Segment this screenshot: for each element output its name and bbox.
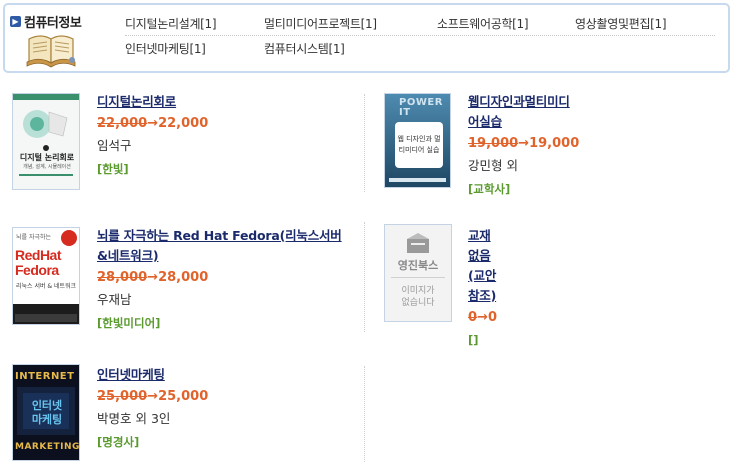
cover-title: RedHat Fedora — [15, 247, 62, 278]
book-info: 웹디자인과멀티미디어실습 19,000→19,000 강민형 외 [교학사] — [468, 92, 579, 199]
cover-logo-text: 영진북스 — [397, 259, 439, 272]
category-link-multimedia-project[interactable]: 멀티미디어프로젝트[1] — [264, 15, 377, 32]
cover-title: 디지털 논리회로 — [19, 153, 75, 162]
book-publisher: [명경사] — [97, 435, 140, 449]
price-arrow: → — [147, 116, 159, 131]
sale-price: 28,000 — [158, 270, 209, 285]
category-link-video-editing[interactable]: 영상촬영및편집[1] — [575, 15, 667, 32]
original-price: 19,000 — [468, 136, 519, 151]
cover-title: 웹 디자인과 멀티미디어 실습 — [397, 135, 441, 154]
cover-top-text: INTERNET — [15, 371, 75, 382]
book-title[interactable]: 디지털논리회로 — [97, 92, 208, 112]
category-header: ▶ 컴퓨터정보 — [10, 12, 82, 31]
sale-price: 22,000 — [158, 116, 209, 131]
category-links-row: 인터넷마케팅[1] 컴퓨터시스템[1] — [125, 35, 715, 59]
book-title[interactable]: 교재없음(교안참조) — [468, 226, 497, 306]
category-link-digital-logic[interactable]: 디지털논리설계[1] — [125, 15, 217, 32]
sale-price: 19,000 — [529, 136, 580, 151]
sale-price: 0 — [487, 310, 497, 325]
book-cover[interactable]: 뇌를 자극하는 RedHat Fedora 리눅스 서버 & 네트워크 — [12, 227, 80, 325]
book-title[interactable]: 뇌를 자극하는 Red Hat Fedora(리눅스서버&네트워크) — [97, 226, 352, 266]
sale-price: 25,000 — [158, 389, 209, 404]
book-cover[interactable]: 디지털 논리회로 개념, 설계, 시뮬레이션 — [12, 93, 80, 190]
book-title[interactable]: 웹디자인과멀티미디어실습 — [468, 92, 579, 132]
book-info: 인터넷마케팅 25,000→25,000 박명호 외 3인 [명경사] — [97, 365, 208, 452]
book-price: 25,000→25,000 — [97, 387, 208, 407]
book-price: 28,000→28,000 — [97, 268, 352, 288]
book-author: 강민형 외 — [468, 158, 518, 173]
book-title[interactable]: 인터넷마케팅 — [97, 365, 208, 385]
column-divider — [364, 94, 365, 192]
column-divider — [364, 222, 365, 332]
no-image-text: 없습니다 — [401, 298, 435, 308]
book-price: 0→0 — [468, 308, 497, 328]
original-price: 25,000 — [97, 389, 148, 404]
book-publisher: [교학사] — [468, 182, 511, 196]
book-info: 교재없음(교안참조) 0→0 [] — [468, 226, 497, 350]
price-arrow: → — [518, 136, 530, 151]
original-price: 0 — [468, 310, 478, 325]
book-publisher: [한빛미디어] — [97, 316, 161, 330]
cover-bottom-text: MARKETING — [15, 442, 80, 452]
book-publisher: [] — [468, 333, 479, 347]
book-author: 임석구 — [97, 138, 132, 153]
column-divider — [364, 366, 365, 462]
cover-subtitle: 리눅스 서버 & 네트워크 — [16, 283, 77, 290]
book-cover[interactable]: POWER IT 웹 디자인과 멀티미디어 실습 — [384, 93, 451, 188]
book-info: 뇌를 자극하는 Red Hat Fedora(리눅스서버&네트워크) 28,00… — [97, 226, 352, 333]
book-price: 19,000→19,000 — [468, 134, 579, 154]
cover-divider — [391, 277, 445, 278]
category-title: 컴퓨터정보 — [24, 15, 82, 31]
book-cover[interactable]: 영진북스 이미지가 없습니다 — [384, 224, 452, 322]
original-price: 28,000 — [97, 270, 148, 285]
book-publisher: [한빛] — [97, 162, 129, 176]
cover-series: POWER IT — [399, 97, 443, 118]
cover-subtitle: 개념, 설계, 시뮬레이션 — [23, 164, 71, 170]
category-links: 디지털논리설계[1] 멀티미디어프로젝트[1] 소프트웨어공학[1] 영상촬영및… — [125, 11, 715, 59]
cover-series: 뇌를 자극하는 — [16, 234, 52, 241]
price-arrow: → — [477, 310, 488, 325]
book-author: 우재남 — [97, 292, 132, 307]
book-price: 22,000→22,000 — [97, 114, 208, 134]
bullet-icon: ▶ — [10, 15, 21, 27]
book-info: 디지털논리회로 22,000→22,000 임석구 [한빛] — [97, 92, 208, 179]
cover-title: 인터넷 마케팅 — [31, 399, 63, 426]
category-box: ▶ 컴퓨터정보 디지털논리설계[1] 멀티미디어프로젝트[1] 소프트웨어공학[… — [3, 3, 730, 73]
book-cover[interactable]: INTERNET 인터넷 마케팅 MARKETING — [12, 364, 80, 461]
category-link-software-engineering[interactable]: 소프트웨어공학[1] — [437, 15, 529, 32]
book-author: 박명호 외 3인 — [97, 411, 171, 426]
category-link-computer-system[interactable]: 컴퓨터시스템[1] — [264, 40, 345, 57]
category-links-row: 디지털논리설계[1] 멀티미디어프로젝트[1] 소프트웨어공학[1] 영상촬영및… — [125, 11, 715, 35]
open-book-icon — [26, 35, 76, 68]
original-price: 22,000 — [97, 116, 148, 131]
price-arrow: → — [147, 270, 159, 285]
price-arrow: → — [147, 389, 159, 404]
category-link-internet-marketing[interactable]: 인터넷마케팅[1] — [125, 40, 206, 57]
